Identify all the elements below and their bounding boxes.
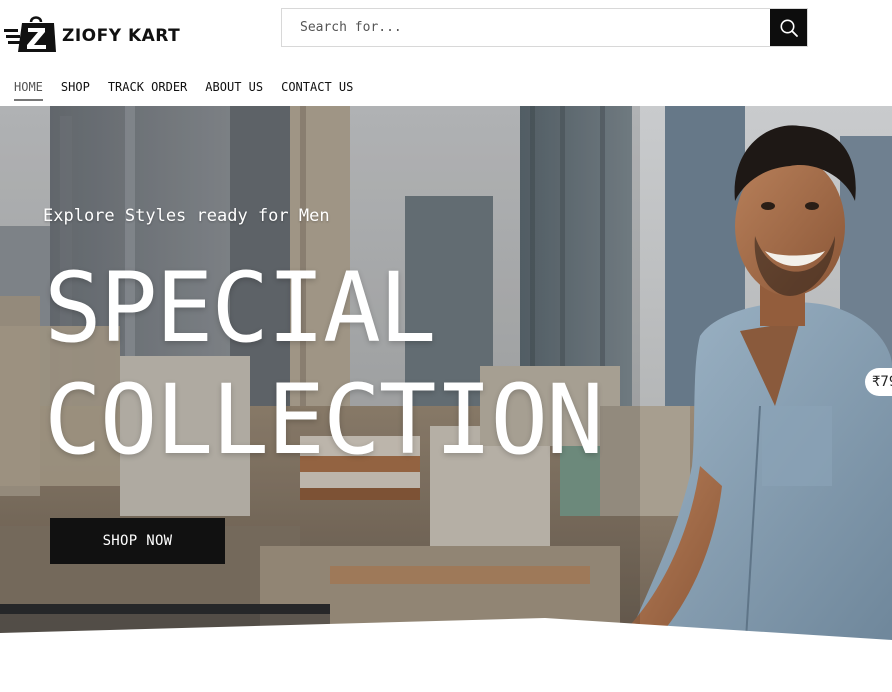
- brand-name: ZIOFY KART: [62, 26, 181, 46]
- site-header: ZIOFY KART HOME SHOP TRACK ORDER ABOUT U…: [0, 0, 892, 106]
- hero-bottom-wave: [0, 618, 892, 656]
- search-input[interactable]: [282, 9, 770, 46]
- brand-logo[interactable]: ZIOFY KART: [4, 14, 180, 54]
- search-button[interactable]: [770, 9, 807, 46]
- search-icon: [780, 19, 798, 37]
- hero-banner: Explore Styles ready for Men SPECIAL COL…: [0, 106, 892, 656]
- search-bar: [281, 8, 808, 47]
- main-nav: HOME SHOP TRACK ORDER ABOUT US CONTACT U…: [14, 80, 371, 101]
- nav-item-shop[interactable]: SHOP: [61, 80, 90, 100]
- nav-item-track-order[interactable]: TRACK ORDER: [108, 80, 187, 100]
- nav-item-about-us[interactable]: ABOUT US: [205, 80, 263, 100]
- nav-item-contact-us[interactable]: CONTACT US: [281, 80, 353, 100]
- shopping-bag-logo-icon: [4, 16, 56, 52]
- nav-item-home[interactable]: HOME: [14, 80, 43, 101]
